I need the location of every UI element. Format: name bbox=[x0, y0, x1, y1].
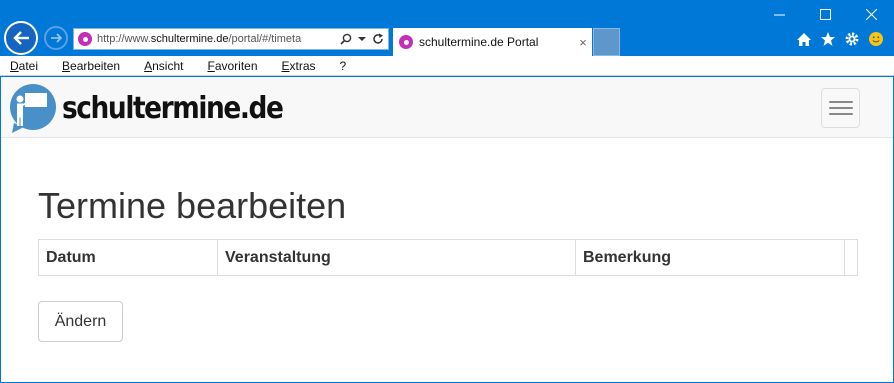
maximize-button[interactable] bbox=[802, 0, 848, 28]
menu-bar: Datei Bearbeiten Ansicht Favoriten Extra… bbox=[0, 56, 894, 76]
home-icon[interactable] bbox=[796, 31, 812, 47]
teacher-logo-icon bbox=[10, 84, 56, 133]
column-header-actions bbox=[845, 240, 857, 275]
address-actions bbox=[340, 33, 388, 45]
site-navbar: schultermine.de bbox=[1, 77, 893, 138]
minimize-button[interactable] bbox=[756, 0, 802, 28]
arrow-right-icon bbox=[51, 33, 62, 43]
smiley-icon[interactable] bbox=[868, 31, 884, 47]
menu-datei[interactable]: Datei bbox=[6, 59, 42, 73]
url-domain: schultermine.de bbox=[150, 33, 229, 45]
arrow-left-icon bbox=[13, 31, 29, 45]
change-button[interactable]: Ändern bbox=[38, 301, 123, 342]
nav-toggle-button[interactable] bbox=[821, 88, 860, 128]
menu-extras[interactable]: Extras bbox=[278, 59, 320, 73]
close-window-button[interactable] bbox=[848, 0, 894, 28]
star-icon[interactable] bbox=[820, 31, 836, 47]
browser-toolbar-icons bbox=[796, 28, 884, 50]
hamburger-bar bbox=[828, 101, 853, 103]
address-bar[interactable]: http://www.schultermine.de/portal/#/time… bbox=[73, 28, 389, 50]
tab-close-icon[interactable]: × bbox=[574, 35, 592, 50]
new-tab-button[interactable] bbox=[593, 28, 620, 56]
web-page: schultermine.de Termine bearbeiten Datum… bbox=[0, 77, 894, 383]
url-prefix: http://www. bbox=[97, 33, 151, 45]
hamburger-bar bbox=[828, 113, 853, 115]
menu-bearbeiten[interactable]: Bearbeiten bbox=[58, 59, 124, 73]
column-header-bemerkung[interactable]: Bemerkung bbox=[576, 240, 845, 275]
column-header-datum[interactable]: Datum bbox=[39, 240, 218, 275]
logo-text: schultermine.de bbox=[62, 90, 284, 126]
close-icon bbox=[865, 8, 877, 20]
menu-favoriten[interactable]: Favoriten bbox=[203, 59, 261, 73]
menu-ansicht[interactable]: Ansicht bbox=[140, 59, 187, 73]
url-path: /portal/#/timeta bbox=[228, 33, 302, 45]
url-text[interactable]: http://www.schultermine.de/portal/#/time… bbox=[97, 33, 340, 45]
search-icon[interactable] bbox=[340, 33, 352, 45]
site-logo[interactable]: schultermine.de bbox=[8, 83, 313, 133]
tab-schultermine[interactable]: schultermine.de Portal × bbox=[393, 28, 592, 56]
tab-favicon-icon bbox=[399, 35, 413, 49]
forward-button[interactable] bbox=[44, 26, 68, 50]
tab-title: schultermine.de Portal bbox=[419, 35, 539, 49]
maximize-icon bbox=[819, 8, 831, 20]
window-controls bbox=[756, 0, 894, 28]
refresh-icon[interactable] bbox=[372, 33, 384, 45]
column-header-veranstaltung[interactable]: Veranstaltung bbox=[218, 240, 576, 275]
chevron-down-icon[interactable] bbox=[358, 36, 366, 42]
back-button[interactable] bbox=[4, 21, 38, 55]
page-title: Termine bearbeiten bbox=[38, 185, 347, 226]
menu-help[interactable]: ? bbox=[336, 59, 351, 73]
hamburger-bar bbox=[828, 107, 853, 109]
gear-icon[interactable] bbox=[844, 31, 860, 47]
site-favicon-icon bbox=[78, 32, 92, 46]
minimize-icon bbox=[773, 14, 785, 15]
appointments-table-header: Datum Veranstaltung Bemerkung bbox=[38, 239, 858, 276]
